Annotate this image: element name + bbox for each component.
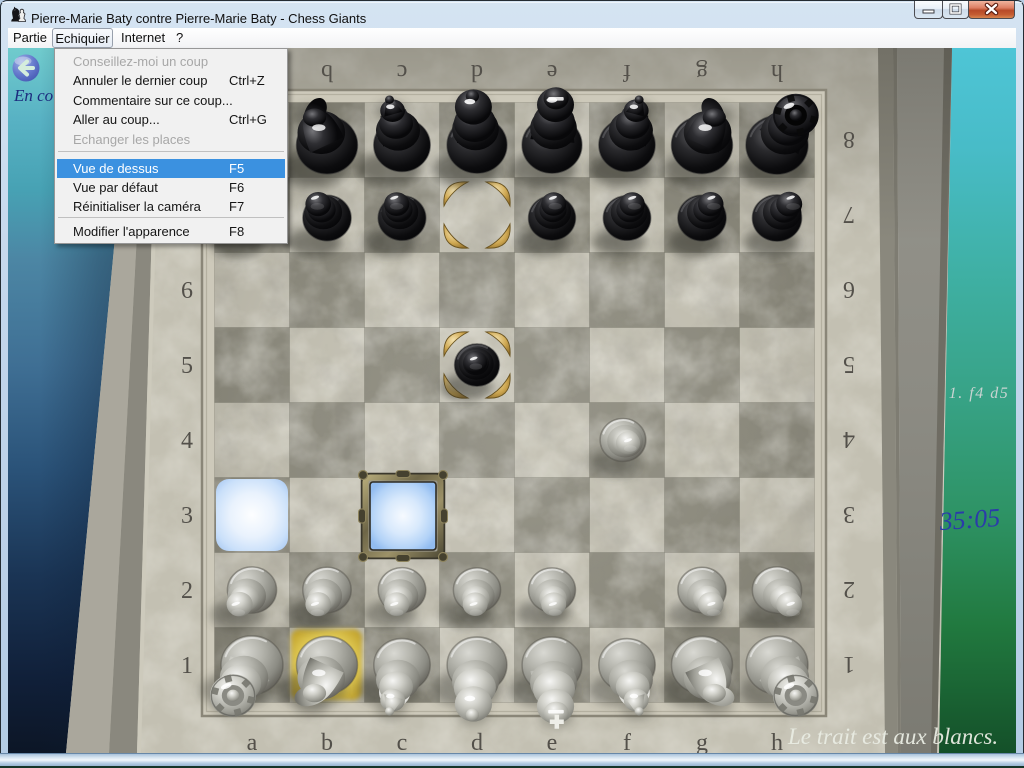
svg-text:f: f	[623, 730, 631, 753]
svg-text:3: 3	[843, 501, 855, 527]
svg-text:d: d	[471, 730, 483, 753]
svg-text:1: 1	[181, 653, 193, 679]
svg-text:4: 4	[181, 428, 193, 454]
svg-text:d: d	[471, 59, 483, 85]
svg-text:h: h	[771, 730, 783, 753]
svg-text:8: 8	[843, 126, 855, 152]
svg-text:5: 5	[843, 351, 855, 377]
svg-text:g: g	[696, 59, 708, 85]
svg-text:Le trait est aux blancs.: Le trait est aux blancs.	[787, 724, 998, 749]
svg-text:g: g	[696, 730, 708, 753]
svg-text:1: 1	[843, 651, 855, 677]
svg-text:6: 6	[843, 276, 855, 302]
svg-text:2: 2	[181, 578, 193, 604]
svg-text:7: 7	[843, 201, 855, 227]
svg-text:5: 5	[181, 353, 193, 379]
svg-text:c: c	[397, 59, 408, 85]
svg-text:e: e	[547, 59, 558, 85]
svg-text:a: a	[247, 730, 258, 753]
svg-text:h: h	[771, 59, 783, 85]
svg-text:6: 6	[181, 278, 193, 304]
svg-text:f: f	[623, 59, 631, 85]
svg-text:4: 4	[843, 426, 855, 452]
svg-text:e: e	[547, 730, 558, 753]
svg-text:35:05: 35:05	[938, 503, 1002, 536]
svg-text:c: c	[397, 730, 408, 753]
svg-text:2: 2	[843, 576, 855, 602]
svg-text:b: b	[321, 730, 333, 753]
svg-text:1. f4 d5: 1. f4 d5	[949, 385, 1009, 402]
svg-text:b: b	[321, 59, 333, 85]
svg-text:3: 3	[181, 503, 193, 529]
